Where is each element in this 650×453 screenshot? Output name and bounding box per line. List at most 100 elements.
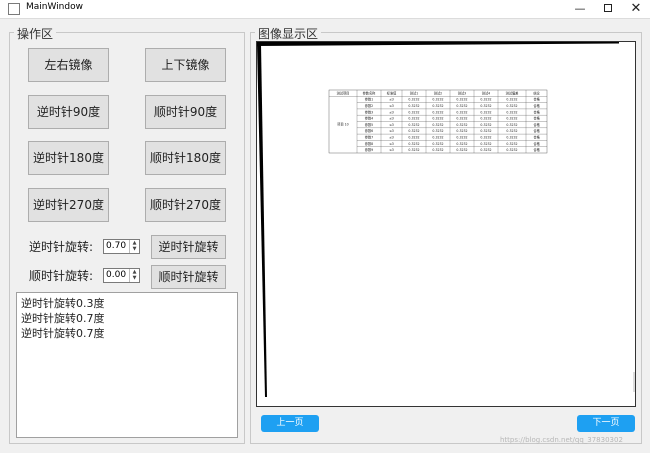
table-cell: 合格 <box>533 103 540 108</box>
mirror-left-right-button[interactable]: 左右镜像 <box>28 48 109 82</box>
table-cell: ≤3 <box>389 117 394 121</box>
spin-down-icon[interactable]: ▼ <box>130 246 139 252</box>
table-cell: 0.3232 <box>456 110 467 114</box>
rotate-cw-90-button[interactable]: 顺时针90度 <box>145 95 226 129</box>
table-cell: 0.3232 <box>480 110 491 114</box>
table-cell: 0.3232 <box>408 117 419 121</box>
table-cell: 0.3232 <box>506 117 517 121</box>
table-cell: ≤3 <box>389 129 394 133</box>
table-cell: 0.3232 <box>408 123 419 127</box>
table-group-label: 项目 10 <box>337 123 348 127</box>
table-cell: 0.3232 <box>408 98 419 102</box>
ccw-rotate-value[interactable]: 0.70 <box>106 241 126 251</box>
table-cell: 0.3232 <box>506 98 517 102</box>
table-cell: 0.3232 <box>506 110 517 114</box>
table-cell: 0.3232 <box>506 148 517 152</box>
table-cell: 0.3232 <box>506 129 517 133</box>
table-cell: 参数8 <box>365 141 373 146</box>
table-cell: 参数4 <box>365 116 373 121</box>
table-cell: 0.3232 <box>408 136 419 140</box>
table-cell: 0.3232 <box>480 117 491 121</box>
table-header-cell: 结论 <box>533 90 540 95</box>
maximize-icon <box>604 4 612 12</box>
rotate-ccw-90-button[interactable]: 逆时针90度 <box>28 95 109 129</box>
table-cell: 合格 <box>533 141 540 146</box>
table-cell: 0.3232 <box>408 129 419 133</box>
table-cell: 0.3232 <box>408 148 419 152</box>
image-viewer: 测试项目 参数名称 标准值 测试1 测试2 测试3 测试4 测试偏差 结论 项目 10 参数1 ≤3 0… <box>256 41 636 407</box>
prev-page-button[interactable]: 上一页 <box>261 415 319 432</box>
table-cell: 合格 <box>533 128 540 133</box>
table-cell: 参数3 <box>365 109 373 114</box>
cw-rotate-label: 顺时针旋转: <box>29 269 94 283</box>
table-cell: 0.3232 <box>456 129 467 133</box>
table-cell: 0.3232 <box>432 110 443 114</box>
ccw-rotate-label: 逆时针旋转: <box>29 240 94 254</box>
table-cell: 0.3232 <box>432 142 443 146</box>
table-cell: 0.3232 <box>480 148 491 152</box>
close-button[interactable]: ✕ <box>622 0 650 18</box>
cw-rotate-value[interactable]: 0.00 <box>106 270 126 280</box>
table-header-cell: 测试1 <box>410 90 418 95</box>
rotate-cw-180-button[interactable]: 顺时针180度 <box>145 141 226 175</box>
mirror-up-down-button[interactable]: 上下镜像 <box>145 48 226 82</box>
rotate-ccw-270-button[interactable]: 逆时针270度 <box>28 188 109 222</box>
operations-group-title: 操作区 <box>14 25 57 42</box>
table-cell: 0.3232 <box>432 104 443 108</box>
table-cell: 0.3232 <box>432 98 443 102</box>
table-cell: 合格 <box>533 116 540 121</box>
table-cell: 0.3232 <box>506 142 517 146</box>
table-cell: 0.3232 <box>456 148 467 152</box>
scan-edge-top <box>257 42 619 46</box>
maximize-button[interactable] <box>594 0 622 18</box>
table-cell: 参数1 <box>365 97 373 102</box>
table-header-cell: 测试3 <box>458 90 466 95</box>
table-cell: 0.3232 <box>480 98 491 102</box>
ccw-rotate-spinbox[interactable]: 0.70 ▲ ▼ <box>103 239 140 254</box>
table-cell: 0.3232 <box>456 117 467 121</box>
table-cell: 0.3232 <box>408 104 419 108</box>
table-cell: 0.3232 <box>456 98 467 102</box>
table-cell: ≤3 <box>389 142 394 146</box>
table-cell: 合格 <box>533 135 540 140</box>
table-cell: 参数9 <box>365 147 373 152</box>
title-bar: MainWindow — ✕ <box>0 0 650 19</box>
scanned-table: 测试项目 参数名称 标准值 测试1 测试2 测试3 测试4 测试偏差 结论项目 10 参数1 ≤3 0… <box>328 89 548 154</box>
spin-down-icon[interactable]: ▼ <box>130 275 139 281</box>
table-cell: 0.3232 <box>480 123 491 127</box>
table-cell: 合格 <box>533 147 540 152</box>
next-page-button[interactable]: 下一页 <box>577 415 635 432</box>
table-header-cell: 测试项目 <box>337 90 350 95</box>
table-cell: ≤3 <box>389 98 394 102</box>
cw-rotate-button[interactable]: 顺时针旋转 <box>151 265 226 289</box>
table-cell: 0.3232 <box>432 136 443 140</box>
table-header-cell: 标准值 <box>387 90 397 95</box>
table-cell: 0.3232 <box>480 129 491 133</box>
minimize-button[interactable]: — <box>566 0 594 18</box>
cw-rotate-spinbox[interactable]: 0.00 ▲ ▼ <box>103 268 140 283</box>
ccw-spin-arrows[interactable]: ▲ ▼ <box>129 240 139 253</box>
table-cell: 0.3232 <box>408 110 419 114</box>
table-cell: 参数7 <box>365 135 373 140</box>
table-cell: 0.3232 <box>432 148 443 152</box>
table-cell: 参数2 <box>365 103 373 108</box>
table-cell: 0.3232 <box>480 142 491 146</box>
table-header-cell: 测试4 <box>482 90 490 95</box>
table-cell: 0.3232 <box>506 104 517 108</box>
table-cell: 0.3232 <box>408 142 419 146</box>
table-cell: 0.3232 <box>456 142 467 146</box>
rotate-ccw-180-button[interactable]: 逆时针180度 <box>28 141 109 175</box>
operation-log[interactable]: 逆时针旋转0.3度 逆时针旋转0.7度 逆时针旋转0.7度 <box>16 292 238 438</box>
table-cell: 0.3232 <box>456 104 467 108</box>
table-cell: 0.3232 <box>432 117 443 121</box>
document-image: 测试项目 参数名称 标准值 测试1 测试2 测试3 测试4 测试偏差 结论项目 10 参数1 ≤3 0… <box>257 42 635 397</box>
table-cell: ≤3 <box>389 123 394 127</box>
table-cell: 合格 <box>533 122 540 127</box>
ccw-rotate-button[interactable]: 逆时针旋转 <box>151 235 226 259</box>
log-line: 逆时针旋转0.3度 <box>21 297 105 310</box>
rotate-cw-270-button[interactable]: 顺时针270度 <box>145 188 226 222</box>
cw-spin-arrows[interactable]: ▲ ▼ <box>129 269 139 282</box>
table-cell: 合格 <box>533 97 540 102</box>
app-window-icon <box>8 3 20 15</box>
table-cell: ≤3 <box>389 148 394 152</box>
